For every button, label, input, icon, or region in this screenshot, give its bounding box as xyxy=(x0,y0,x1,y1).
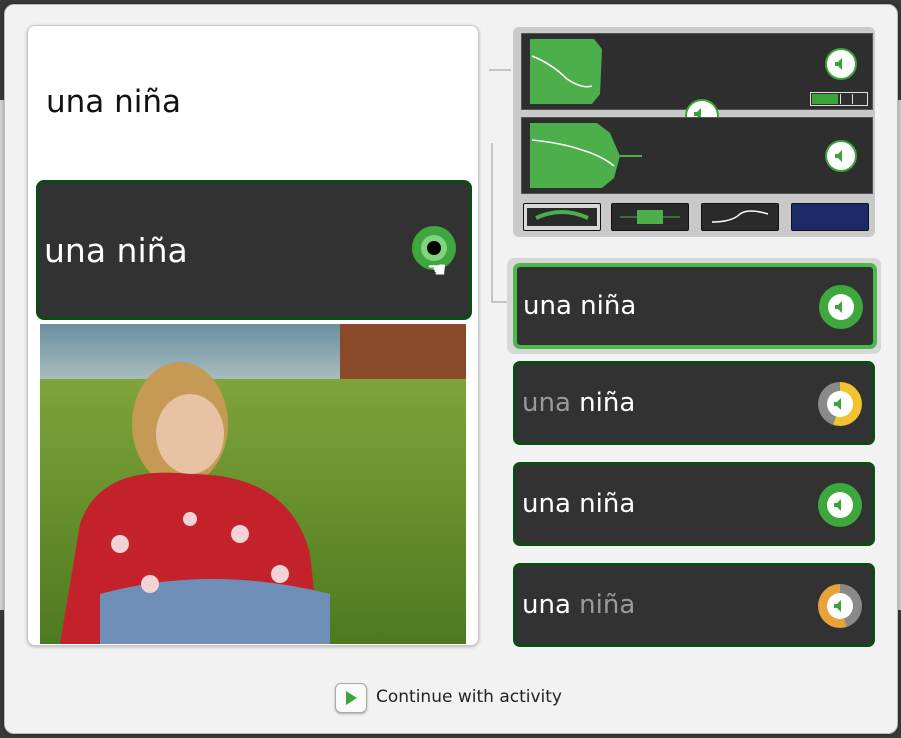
speaker-icon[interactable] xyxy=(818,584,862,628)
tool-waveform[interactable] xyxy=(611,203,689,231)
user-waveform xyxy=(521,117,873,194)
tool-spectrogram[interactable] xyxy=(791,203,869,231)
choice-label: una niña xyxy=(522,590,636,620)
recording-row-label: una niña xyxy=(44,231,188,270)
continue-label: Continue with activity xyxy=(376,687,562,707)
connector-line xyxy=(489,69,511,71)
prompt-word: una niña xyxy=(46,84,182,120)
choice-row[interactable]: una niña xyxy=(513,462,875,546)
connector-line xyxy=(491,143,493,303)
choice-label: una niña xyxy=(523,291,637,321)
activity-dialog: una niña una niña ☚ una niña una niña un… xyxy=(4,4,898,734)
speaker-icon[interactable] xyxy=(825,140,857,172)
prompt-photo xyxy=(40,324,466,644)
speaker-icon[interactable] xyxy=(825,48,857,80)
level-meter xyxy=(810,92,868,106)
view-mode-toolbar xyxy=(521,203,871,231)
choice-row[interactable]: una niña xyxy=(513,361,875,445)
hand-cursor-icon: ☚ xyxy=(427,258,447,283)
tool-waveform-pitch[interactable] xyxy=(523,203,601,231)
speaker-icon[interactable] xyxy=(818,483,862,527)
speaker-icon[interactable] xyxy=(818,382,862,426)
native-waveform xyxy=(521,33,873,110)
choice-row[interactable]: una niña xyxy=(513,263,877,349)
choice-label: una niña xyxy=(522,489,636,519)
speaker-icon[interactable] xyxy=(819,285,863,329)
play-icon[interactable] xyxy=(335,683,367,713)
prompt-card: una niña una niña ☚ xyxy=(27,25,479,646)
choice-row[interactable]: una niña xyxy=(513,563,875,647)
recording-row[interactable]: una niña ☚ xyxy=(36,180,472,320)
waveform-panel xyxy=(513,27,875,237)
choice-label: una niña xyxy=(522,388,636,418)
tool-pitch[interactable] xyxy=(701,203,779,231)
